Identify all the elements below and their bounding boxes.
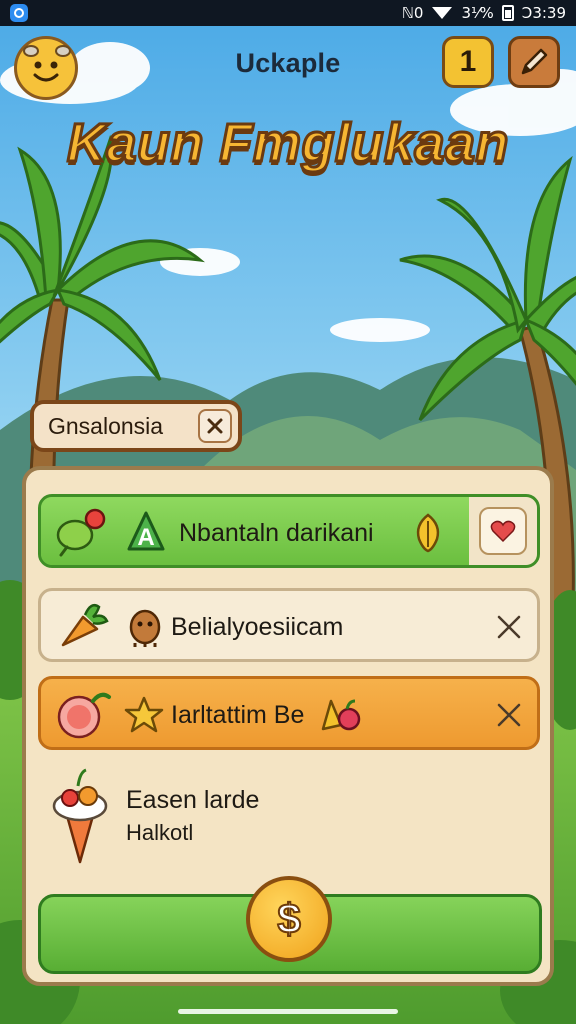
list-item[interactable]: Iarltattim Be xyxy=(38,676,540,750)
wifi-signal-icon xyxy=(432,7,453,19)
top-bar: Uckaple 1 xyxy=(0,26,576,110)
carrot-bundle-icon xyxy=(61,604,109,647)
fruit-slice-icon xyxy=(57,692,111,739)
star-icon xyxy=(124,696,164,733)
clock: Ɔ3:39 xyxy=(521,4,566,22)
network-indicator: ℕ0 xyxy=(401,4,424,22)
filter-chip[interactable]: Gnsalonsia xyxy=(30,400,242,452)
leaf-emblem-icon xyxy=(416,513,440,553)
creature-icon xyxy=(129,609,161,647)
close-icon[interactable] xyxy=(198,409,232,443)
counter-button[interactable]: 1 xyxy=(442,36,494,88)
close-icon[interactable] xyxy=(495,613,523,641)
featured-item-subtitle: Halkotl xyxy=(126,820,194,845)
featured-item-title: Easen larde xyxy=(126,786,260,814)
home-indicator[interactable] xyxy=(178,1009,398,1014)
game-title: Kaun Fmglukaan xyxy=(65,112,510,175)
close-icon[interactable] xyxy=(495,701,523,729)
ice-cream-icon xyxy=(52,768,108,864)
list-item-label: Iarltattim Be xyxy=(171,701,305,729)
list-item[interactable]: Belialyoesiicam xyxy=(38,588,540,662)
filter-chip-label: Gnsalonsia xyxy=(48,412,164,439)
coin-glyph: $ xyxy=(276,894,301,943)
fruit-bundle-icon xyxy=(321,699,361,731)
status-bar: ℕ0 3⅟% Ɔ3:39 xyxy=(0,0,576,26)
vegetables-icon xyxy=(56,508,106,557)
list-item-label: Belialyoesiicam xyxy=(171,613,344,641)
svg-text:A: A xyxy=(137,524,154,551)
list-item[interactable]: A Nbantaln darikani xyxy=(38,494,540,568)
heart-icon[interactable] xyxy=(479,507,527,555)
list-item-label: Nbantaln darikani xyxy=(179,519,374,547)
dollar-coin-icon[interactable]: $ xyxy=(246,876,332,962)
app-notification-icon xyxy=(10,4,28,22)
pencil-icon[interactable] xyxy=(508,36,560,88)
battery-percent: 3⅟% xyxy=(461,4,494,22)
letter-a-badge-icon: A xyxy=(127,511,165,551)
battery-icon xyxy=(501,5,514,21)
